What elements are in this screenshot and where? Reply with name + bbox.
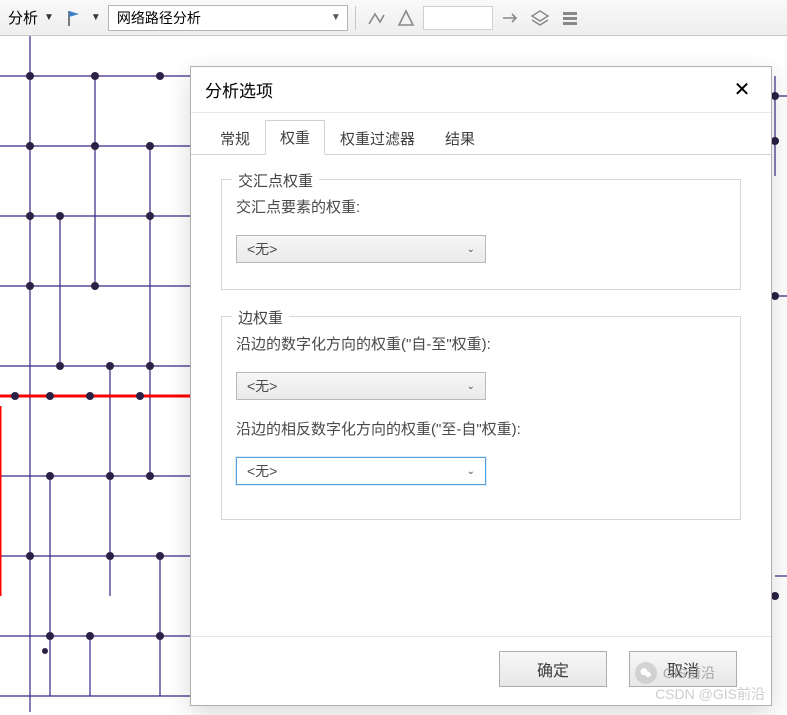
wechat-icon <box>635 662 657 684</box>
junction-weight-title: 交汇点权重 <box>232 170 319 191</box>
tab-general[interactable]: 常规 <box>205 121 265 155</box>
edge-from-to-label: 沿边的数字化方向的权重("自-至"权重): <box>236 333 726 354</box>
edge-weight-title: 边权重 <box>232 307 289 328</box>
dialog-body: 交汇点权重 交汇点要素的权重: <无> ⌄ 边权重 沿边的数字化方向的权重("自… <box>191 155 771 636</box>
tab-result[interactable]: 结果 <box>430 121 490 155</box>
chevron-down-icon: ⌄ <box>467 466 475 477</box>
flag-tool-caret[interactable]: ▼ <box>91 12 104 23</box>
dialog-titlebar: 分析选项 ✕ <box>191 67 771 113</box>
tab-weight[interactable]: 权重 <box>265 120 325 155</box>
options-icon[interactable] <box>557 5 583 31</box>
edge-from-to-combo-value: <无> <box>247 376 277 396</box>
wechat-watermark: GIS前沿 <box>635 662 715 684</box>
edge-to-from-combo[interactable]: <无> ⌄ <box>236 457 486 485</box>
edge-to-from-combo-value: <无> <box>247 461 277 481</box>
wechat-watermark-text: GIS前沿 <box>663 663 715 683</box>
edge-weight-group: 边权重 沿边的数字化方向的权重("自-至"权重): <无> ⌄ 沿边的相反数字化… <box>221 316 741 520</box>
analysis-options-dialog: 分析选项 ✕ 常规 权重 权重过滤器 结果 交汇点权重 交汇点要素的权重: <无… <box>190 66 772 706</box>
csdn-watermark: CSDN @GIS前沿 <box>655 684 765 704</box>
toolbar-separator <box>355 6 356 30</box>
dialog-tabstrip: 常规 权重 权重过滤器 结果 <box>191 113 771 155</box>
edge-to-from-label: 沿边的相反数字化方向的权重("至-自"权重): <box>236 418 726 439</box>
analyze-menu-label[interactable]: 分析 <box>6 7 40 28</box>
ok-button[interactable]: 确定 <box>499 651 607 687</box>
solver-combo[interactable]: 网络路径分析 ▼ <box>108 5 348 31</box>
junction-weight-combo[interactable]: <无> ⌄ <box>236 235 486 263</box>
layers-icon[interactable] <box>527 5 553 31</box>
direction-arrow-icon[interactable] <box>497 5 523 31</box>
junction-weight-group: 交汇点权重 交汇点要素的权重: <无> ⌄ <box>221 179 741 290</box>
solve-icon[interactable] <box>393 5 419 31</box>
junction-weight-combo-value: <无> <box>247 239 277 259</box>
edge-from-to-combo[interactable]: <无> ⌄ <box>236 372 486 400</box>
chevron-down-icon: ▼ <box>331 12 341 23</box>
tab-weight-filter[interactable]: 权重过滤器 <box>325 121 430 155</box>
toolbar-gap <box>423 6 493 30</box>
dialog-title: 分析选项 <box>205 77 273 102</box>
chevron-down-icon: ⌄ <box>467 244 475 255</box>
flag-tool-icon[interactable] <box>61 5 87 31</box>
close-icon[interactable]: ✕ <box>727 75 757 105</box>
junction-weight-label: 交汇点要素的权重: <box>236 196 726 217</box>
analyze-menu-caret[interactable]: ▼ <box>44 12 57 23</box>
chevron-down-icon: ⌄ <box>467 381 475 392</box>
network-analyst-toolbar: 分析 ▼ ▼ 网络路径分析 ▼ <box>0 0 787 36</box>
trace-icon[interactable] <box>363 5 389 31</box>
solver-combo-value: 网络路径分析 <box>117 8 201 28</box>
